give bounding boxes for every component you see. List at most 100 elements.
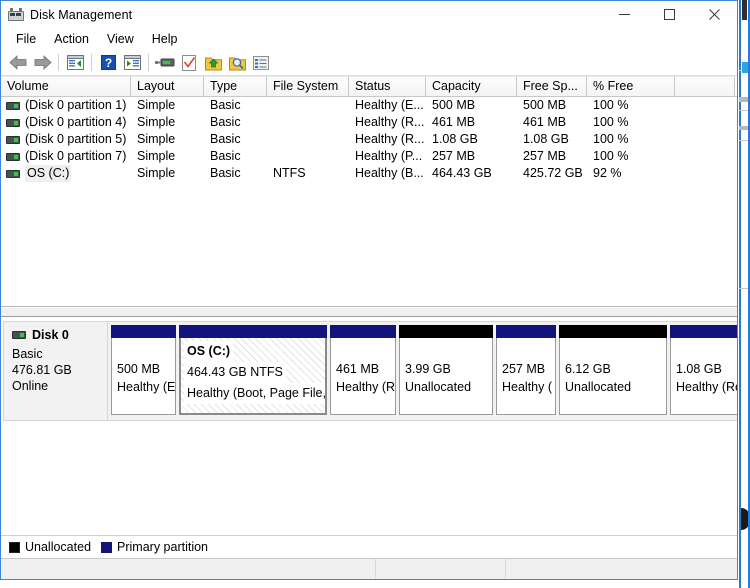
legend-label-unallocated: Unallocated [25,540,92,554]
partition-block[interactable]: 3.99 GB Unallocated [399,325,493,415]
partition-color-bar [179,325,327,338]
legend-swatch-unallocated [9,541,20,553]
partition-details: 6.12 GB Unallocated [559,338,667,415]
volume-label: (Disk 0 partition 4) [25,115,127,129]
partition-size: 461 MB [336,362,380,376]
partition-name-text: OS (C:) [184,341,234,362]
volume-icon [6,152,20,161]
cell-percent-free: 92 % [593,166,622,180]
cell-free-space: 425.72 GB [523,166,583,180]
column-header-capacity[interactable]: Capacity [426,76,517,96]
bg-dark-block [742,0,747,20]
back-button[interactable] [6,52,30,74]
partition-color-bar [330,325,396,338]
cell-layout: Simple [137,132,176,146]
help-icon: ? [100,55,116,70]
legend-label-primary-partition: Primary partition [117,540,209,554]
partition-details: OS (C:) 464.43 GB NTFS Healthy (Boot, Page… [179,338,327,415]
disk-type: Basic [12,347,43,361]
maximize-button[interactable] [647,1,692,28]
show-hide-action-pane-button[interactable] [120,52,144,74]
partition-block[interactable]: 1.08 GB Healthy (Rec [670,325,737,415]
partition-details: 257 MB Healthy ( [496,338,556,415]
column-header-file-system[interactable]: File System [267,76,349,96]
properties-button[interactable] [177,52,201,74]
partition-details: 3.99 GB Unallocated [399,338,493,415]
menu-item-view[interactable]: View [98,30,143,49]
list-view-button[interactable] [249,52,273,74]
window-controls [602,1,737,28]
forward-arrow-icon [34,55,52,70]
show-hide-console-tree-icon [66,55,84,70]
export-list-button[interactable] [201,52,225,74]
column-header-free[interactable]: % Free [587,76,675,96]
pane-splitter[interactable] [1,307,737,317]
forward-button[interactable] [30,52,54,74]
disk-size: 476.81 GB [12,363,72,377]
close-icon [709,9,720,20]
partition-block[interactable]: 500 MB Healthy (E [111,325,176,415]
cell-layout: Simple [137,115,176,129]
partition-size-text: 464.43 GB NTFS [184,362,286,383]
partition-block[interactable]: 257 MB Healthy ( [496,325,556,415]
partition-block-selected[interactable]: OS (C:) 464.43 GB NTFS Healthy (Boot, Page… [179,325,327,415]
table-row[interactable]: (Disk 0 partition 4) Simple Basic Healthy (… [1,114,737,131]
minimize-icon [619,14,630,15]
maximize-icon [664,9,675,20]
partition-status-text: Healthy (Boot, Page File, ( [184,383,325,404]
cell-type: Basic [210,166,241,180]
partition-color-bar [559,325,667,338]
partition-block[interactable]: 6.12 GB Unallocated [559,325,667,415]
cell-capacity: 257 MB [432,149,476,163]
table-row[interactable]: (Disk 0 partition 7) Simple Basic Healthy (… [1,148,737,165]
cell-free-space: 461 MB [523,115,567,129]
menu-item-help[interactable]: Help [143,30,187,49]
cell-type: Basic [210,98,241,112]
menu-item-action[interactable]: Action [45,30,98,49]
menu-item-file[interactable]: File [7,30,45,49]
column-header-blank[interactable] [675,76,735,96]
table-row[interactable]: (Disk 0 partition 5) Simple Basic Healthy (… [1,131,737,148]
cell-status: Healthy (E... [355,98,424,112]
column-header-type[interactable]: Type [204,76,267,96]
partition-status: Healthy (Rec [676,380,737,394]
partition-block[interactable]: 461 MB Healthy (R [330,325,396,415]
volume-list-rows[interactable]: (Disk 0 partition 1) Simple Basic Healthy (… [1,97,737,182]
minimize-button[interactable] [602,1,647,28]
title-bar: Disk Management [1,1,737,28]
bg-blue-edge [739,0,741,588]
partition-color-bar [496,325,556,338]
menu-bar: File Action View Help [1,28,737,50]
column-header-layout[interactable]: Layout [131,76,204,96]
rescan-disks-icon [155,58,175,67]
table-row[interactable]: OS (C:) Simple Basic NTFS Healthy (B... 464.4… [1,165,737,182]
disk-management-window: Disk Management File Action View Help ? … [0,0,738,580]
help-button[interactable]: ? [96,52,120,74]
find-button[interactable] [225,52,249,74]
partition-status: Healthy ( [502,380,553,394]
volume-icon [6,118,20,127]
partition-status: Healthy (E [117,380,176,394]
rescan-disks-button[interactable] [153,52,177,74]
status-pane-1 [1,559,376,579]
volume-list[interactable]: Volume Layout Type File System Status Capacit… [1,76,737,307]
show-hide-console-tree-button[interactable] [63,52,87,74]
cell-type: Basic [210,132,241,146]
partition-color-bar [399,325,493,338]
partition-strip[interactable]: 500 MB Healthy (E OS (C:) 464.43 GB NTFS Hea… [108,321,737,421]
table-row[interactable]: (Disk 0 partition 1) Simple Basic Healthy (… [1,97,737,114]
volume-label: OS (C:) [25,165,72,182]
column-header-status[interactable]: Status [349,76,426,96]
partition-size: 3.99 GB [405,362,451,376]
partition-details: 1.08 GB Healthy (Rec [670,338,737,415]
list-view-icon [253,55,269,70]
close-button[interactable] [692,1,737,28]
disk-row: Disk 0 Basic 476.81 GB Online 500 MB Heal… [3,321,737,421]
graphical-disk-view[interactable]: Disk 0 Basic 476.81 GB Online 500 MB Heal… [1,317,737,535]
window-title: Disk Management [30,7,133,22]
cell-layout: Simple [137,149,176,163]
column-header-free-sp[interactable]: Free Sp... [517,76,587,96]
disk-info-panel[interactable]: Disk 0 Basic 476.81 GB Online [3,321,108,421]
column-header-volume[interactable]: Volume [1,76,131,96]
export-list-icon [204,57,222,70]
